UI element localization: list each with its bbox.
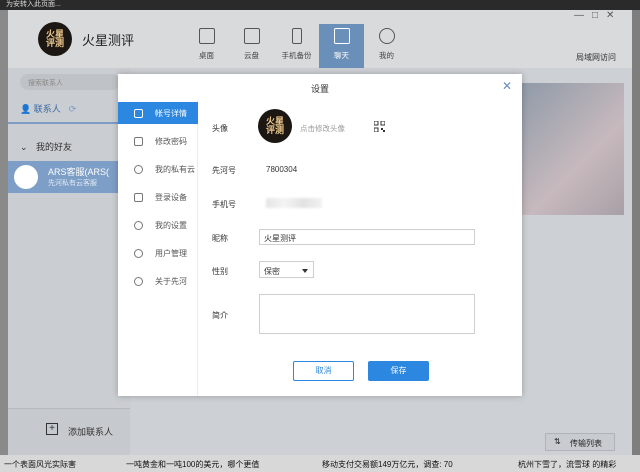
desktop-right-strip xyxy=(632,10,640,455)
nav-cloud-disk[interactable]: 云盘 xyxy=(229,24,274,68)
nav-desktop[interactable]: 桌面 xyxy=(184,24,229,68)
menu-label: 登录设备 xyxy=(155,192,187,202)
contacts-tab-label: 联系人 xyxy=(33,104,61,114)
menu-label: 修改密码 xyxy=(155,136,187,146)
close-button[interactable]: ✕ xyxy=(606,10,614,21)
account-icon xyxy=(134,108,143,118)
users-icon xyxy=(134,248,143,258)
save-button[interactable]: 保存 xyxy=(368,361,429,381)
contacts-tab-underline xyxy=(8,122,130,124)
phone-icon xyxy=(291,28,302,44)
lan-access-link[interactable]: 局域网访问 xyxy=(576,52,616,63)
desktop-news-4[interactable]: 杭州下雪了，流雪球 的精彩 xyxy=(518,459,616,470)
plus-icon: + xyxy=(46,423,58,435)
desktop-news-3[interactable]: 移动支付交易额149万亿元，调查: 70 xyxy=(322,459,453,470)
settings-icon xyxy=(134,220,143,230)
menu-about[interactable]: 关于先河 xyxy=(118,270,198,292)
app-logo: 火星 评测 xyxy=(38,22,72,56)
refresh-icon[interactable]: ⟳ xyxy=(69,104,77,114)
menu-label: 关于先河 xyxy=(155,276,187,286)
nav-label: 云盘 xyxy=(244,51,259,60)
xianhe-id-value: 7800304 xyxy=(266,165,298,174)
nickname-label: 昵称 xyxy=(212,234,228,243)
desktop-bottom-bar: 一个表面风光实际害 一吨黄金和一吨100的美元，哪个更值 移动支付交易额149万… xyxy=(0,455,640,472)
contact-subtitle: 先河私有云客服 xyxy=(48,180,97,187)
qr-code-icon[interactable] xyxy=(374,121,385,132)
main-nav: 桌面 云盘 手机备份 聊天 我的 xyxy=(184,24,409,68)
phone-label: 手机号 xyxy=(212,200,236,209)
menu-label: 我的设置 xyxy=(155,220,187,230)
nav-label: 我的 xyxy=(379,51,394,60)
maximize-button[interactable]: □ xyxy=(592,10,598,21)
gender-label: 性别 xyxy=(212,267,228,276)
app-name: 火星测评 xyxy=(82,33,135,48)
background-image xyxy=(520,83,624,215)
menu-change-password[interactable]: 修改密码 xyxy=(118,130,198,152)
user-icon xyxy=(378,28,395,44)
contacts-sidebar: 搜索联系人 👤 联系人 ⟳ ⌄ 我的好友 ARS客服(ARS( 先河私有云客服 +… xyxy=(8,68,130,455)
desktop-news-2[interactable]: 一吨黄金和一吨100的美元，哪个更值 xyxy=(126,459,259,470)
info-icon xyxy=(134,276,143,286)
cancel-button[interactable]: 取消 xyxy=(293,361,354,381)
menu-account-details[interactable]: 帐号详情 xyxy=(118,102,198,124)
add-contact-label: 添加联系人 xyxy=(68,427,114,437)
profile-avatar[interactable]: 火星 评测 xyxy=(258,109,292,143)
menu-user-management[interactable]: 用户管理 xyxy=(118,242,198,264)
desktop-icon xyxy=(198,28,215,44)
contacts-tab[interactable]: 👤 联系人 ⟳ xyxy=(20,102,76,115)
settings-menu: 帐号详情 修改密码 我的私有云 登录设备 我的设置 用户管理 关于先河 xyxy=(118,100,198,396)
lock-icon xyxy=(134,136,143,146)
nav-mine[interactable]: 我的 xyxy=(364,24,409,68)
transfer-icon: ⇅ xyxy=(554,437,561,446)
desktop-top-text: 为安转入此页面... xyxy=(6,1,61,8)
friends-group-label: 我的好友 xyxy=(36,142,73,152)
avatar-label: 头像 xyxy=(212,124,228,133)
nav-label: 桌面 xyxy=(199,51,214,60)
window-controls: — □ ✕ xyxy=(574,10,614,21)
cloud-disk-icon xyxy=(243,28,260,44)
menu-private-cloud[interactable]: 我的私有云 xyxy=(118,158,198,180)
desktop-left-strip xyxy=(0,10,8,455)
nav-chat[interactable]: 聊天 xyxy=(319,24,364,68)
chat-icon xyxy=(333,28,350,44)
friends-group[interactable]: ⌄ 我的好友 xyxy=(20,140,72,153)
add-contact-button[interactable]: + 添加联系人 xyxy=(8,408,130,455)
transfer-list-button[interactable]: ⇅ 传输列表 xyxy=(545,433,615,451)
menu-login-devices[interactable]: 登录设备 xyxy=(118,186,198,208)
device-icon xyxy=(134,192,143,202)
chevron-down-icon: ⌄ xyxy=(20,142,31,152)
nav-label: 手机备份 xyxy=(281,51,312,60)
gender-value: 保密 xyxy=(264,267,280,276)
nickname-input[interactable]: 火星测评 xyxy=(259,229,475,245)
menu-label: 我的私有云 xyxy=(155,164,195,174)
app-header: 火星 评测 火星测评 桌面 云盘 手机备份 聊天 我的 — □ ✕ 局域网访问 xyxy=(8,10,632,68)
contact-search-input[interactable]: 搜索联系人 xyxy=(20,74,120,90)
nav-phone-backup[interactable]: 手机备份 xyxy=(274,24,319,68)
desktop-news-1[interactable]: 一个表面风光实际害 xyxy=(4,459,76,470)
dropdown-caret-icon xyxy=(302,269,308,273)
dialog-title: 设置 xyxy=(310,84,329,94)
close-icon[interactable]: ✕ xyxy=(502,80,512,92)
gender-select[interactable]: 保密 xyxy=(259,261,314,278)
menu-my-settings[interactable]: 我的设置 xyxy=(118,214,198,236)
contact-avatar xyxy=(14,165,38,189)
contact-name: ARS客服(ARS( xyxy=(48,167,110,177)
minimize-button[interactable]: — xyxy=(574,10,584,21)
desktop-top-bar: 为安转入此页面... xyxy=(0,0,640,10)
nav-label: 聊天 xyxy=(334,51,349,60)
bio-textarea[interactable] xyxy=(259,294,475,334)
cloud-icon xyxy=(134,164,143,174)
xianhe-id-label: 先河号 xyxy=(212,166,236,175)
contact-list-item[interactable]: ARS客服(ARS( 先河私有云客服 xyxy=(8,161,130,193)
menu-label: 帐号详情 xyxy=(155,108,187,118)
transfer-list-label: 传输列表 xyxy=(570,439,602,448)
bio-label: 简介 xyxy=(212,311,228,320)
contacts-icon: 👤 xyxy=(20,104,34,114)
change-avatar-link[interactable]: 点击修改头像 xyxy=(300,123,345,134)
phone-value-blurred xyxy=(266,198,322,208)
settings-dialog: 设置 ✕ 帐号详情 修改密码 我的私有云 登录设备 我的设置 用户管理 关于先河… xyxy=(118,74,522,396)
menu-label: 用户管理 xyxy=(155,248,187,258)
